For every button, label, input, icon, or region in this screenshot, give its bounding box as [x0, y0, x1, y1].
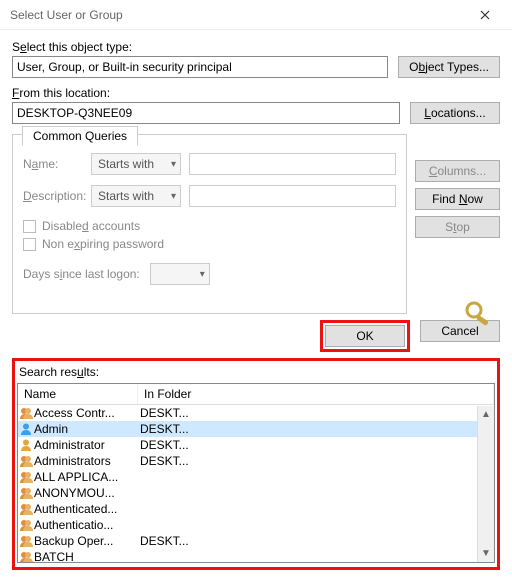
object-type-section: Select this object type: Object Types... — [12, 40, 500, 78]
group-icon — [18, 470, 34, 484]
result-name: Authenticatio... — [34, 518, 138, 532]
close-icon[interactable] — [462, 0, 508, 30]
table-row[interactable]: Authenticatio... — [18, 517, 494, 533]
table-row[interactable]: ALL APPLICA... — [18, 469, 494, 485]
disabled-accounts-checkbox: Disabled accounts — [23, 219, 396, 233]
dialog-buttons: OK Cancel — [0, 314, 512, 358]
window-title: Select User or Group — [4, 8, 123, 22]
side-buttons: Columns... Find Now Stop — [415, 160, 500, 238]
description-starts-with-combo: Starts with▾ — [91, 185, 181, 207]
location-section: From this location: Locations... — [12, 86, 500, 124]
non-expiring-password-checkbox: Non expiring password — [23, 237, 396, 251]
result-name: Administrators — [34, 454, 138, 468]
name-input — [189, 153, 396, 175]
search-results-highlight: Search results: Name In Folder Access Co… — [12, 358, 500, 570]
result-name: BATCH — [34, 550, 138, 563]
result-folder: DESKT... — [138, 534, 494, 548]
ok-button[interactable]: OK — [325, 325, 405, 347]
chevron-down-icon: ▾ — [171, 191, 176, 202]
location-label: From this location: — [12, 86, 500, 100]
result-folder: DESKT... — [138, 406, 494, 420]
chevron-down-icon: ▾ — [171, 159, 176, 170]
table-row[interactable]: AdministratorsDESKT... — [18, 453, 494, 469]
table-row[interactable]: AdminDESKT... — [18, 421, 494, 437]
search-results-label: Search results: — [17, 363, 495, 383]
result-folder: DESKT... — [138, 422, 494, 436]
group-icon — [18, 486, 34, 500]
titlebar: Select User or Group — [0, 0, 512, 30]
find-now-button[interactable]: Find Now — [415, 188, 500, 210]
table-row[interactable]: BATCH — [18, 549, 494, 563]
scroll-down-icon[interactable]: ▼ — [478, 545, 494, 562]
location-field[interactable] — [12, 102, 400, 124]
name-starts-with-combo: Starts with▾ — [91, 153, 181, 175]
stop-button: Stop — [415, 216, 500, 238]
result-name: Backup Oper... — [34, 534, 138, 548]
days-since-last-logon-label: Days since last logon: — [23, 267, 140, 281]
description-input — [189, 185, 396, 207]
description-label: Description: — [23, 189, 91, 203]
tab-common-queries[interactable]: Common Queries — [22, 126, 138, 146]
group-icon — [18, 550, 34, 563]
group-icon — [18, 502, 34, 516]
group-icon — [18, 518, 34, 532]
object-type-label: Select this object type: — [12, 40, 500, 54]
result-name: Administrator — [34, 438, 138, 452]
ok-highlight: OK — [320, 320, 410, 352]
user-icon — [18, 422, 34, 436]
table-row[interactable]: Authenticated... — [18, 501, 494, 517]
result-name: ALL APPLICA... — [34, 470, 138, 484]
group-icon — [18, 454, 34, 468]
chevron-down-icon: ▾ — [200, 269, 205, 280]
user-icon — [18, 438, 34, 452]
search-results-list[interactable]: Name In Folder Access Contr...DESKT...Ad… — [17, 383, 495, 563]
days-since-last-logon-combo: ▾ — [150, 263, 210, 285]
column-in-folder[interactable]: In Folder — [138, 384, 494, 404]
result-name: ANONYMOU... — [34, 486, 138, 500]
table-row[interactable]: Access Contr...DESKT... — [18, 405, 494, 421]
magnifier-icon — [462, 300, 494, 326]
column-name[interactable]: Name — [18, 384, 138, 404]
object-type-field[interactable] — [12, 56, 388, 78]
locations-button[interactable]: Locations... — [410, 102, 500, 124]
table-row[interactable]: ANONYMOU... — [18, 485, 494, 501]
name-label: Name: — [23, 157, 91, 171]
table-row[interactable]: Backup Oper...DESKT... — [18, 533, 494, 549]
group-icon — [18, 406, 34, 420]
scroll-up-icon[interactable]: ▲ — [478, 406, 494, 423]
result-name: Authenticated... — [34, 502, 138, 516]
common-queries-panel: Common Queries Name: Starts with▾ Descri… — [12, 134, 407, 314]
result-name: Admin — [34, 422, 138, 436]
result-name: Access Contr... — [34, 406, 138, 420]
table-row[interactable]: AdministratorDESKT... — [18, 437, 494, 453]
object-types-button[interactable]: Object Types... — [398, 56, 500, 78]
columns-header[interactable]: Name In Folder — [18, 384, 494, 405]
group-icon — [18, 534, 34, 548]
columns-button: Columns... — [415, 160, 500, 182]
scrollbar[interactable]: ▲ ▼ — [477, 406, 494, 562]
result-folder: DESKT... — [138, 454, 494, 468]
result-folder: DESKT... — [138, 438, 494, 452]
